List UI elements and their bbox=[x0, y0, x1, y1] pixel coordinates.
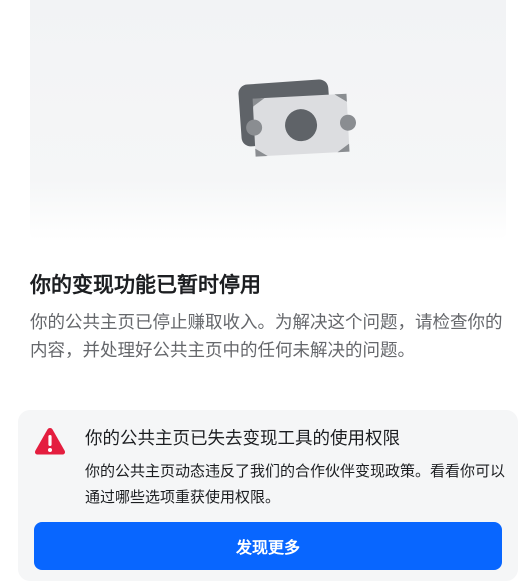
money-bills-icon bbox=[238, 79, 356, 157]
learn-more-button[interactable]: 发现更多 bbox=[34, 522, 502, 570]
warning-icon bbox=[34, 428, 66, 455]
notice-body: 你的公共主页动态违反了我们的合作伙伴变现政策。看看你可以通过哪些选项重获使用权限… bbox=[85, 462, 506, 506]
notice-title: 你的公共主页已失去变现工具的使用权限 bbox=[85, 429, 400, 449]
notice-card: 你的公共主页已失去变现工具的使用权限 你的公共主页动态违反了我们的合作伙伴变现政… bbox=[18, 410, 518, 581]
page-description: 你的公共主页已停止赚取收入。为解决这个问题，请检查你的内容，并处理好公共主页中的… bbox=[30, 313, 503, 361]
hero-illustration bbox=[30, 0, 506, 240]
page-title: 你的变现功能已暂时停用 bbox=[30, 273, 261, 297]
